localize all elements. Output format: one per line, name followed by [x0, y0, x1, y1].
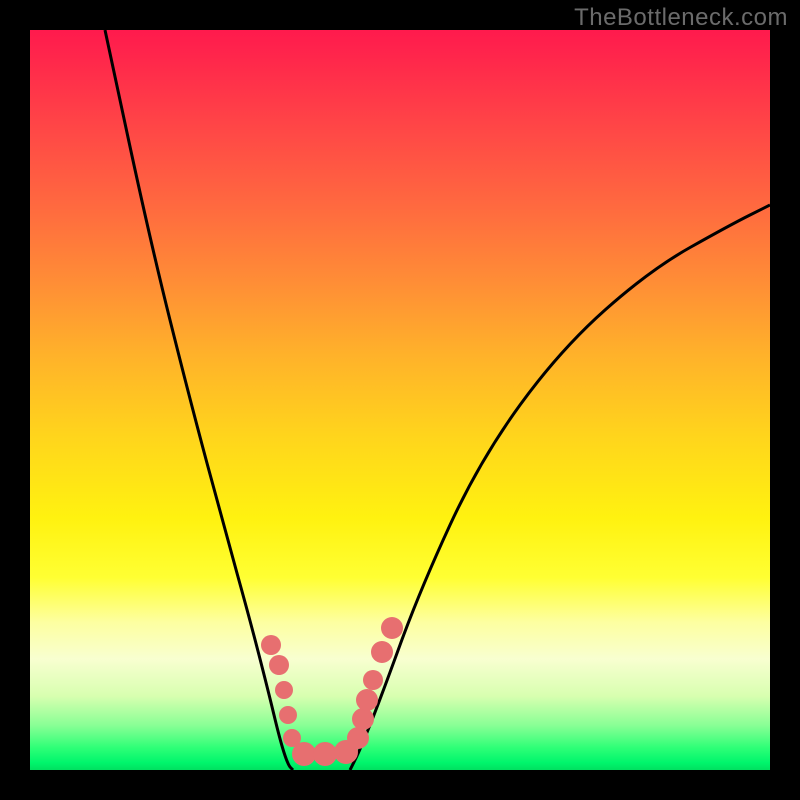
left-curve: [105, 30, 293, 770]
marker-dot: [347, 727, 369, 749]
marker-dot: [269, 655, 289, 675]
marker-dot: [352, 708, 374, 730]
watermark-text: TheBottleneck.com: [574, 4, 788, 32]
marker-dot: [371, 641, 393, 663]
chart-frame: TheBottleneck.com: [0, 0, 800, 800]
marker-dot: [261, 635, 281, 655]
marker-dot: [275, 681, 293, 699]
marker-dot: [313, 742, 337, 766]
curve-svg: [30, 30, 770, 770]
marker-dot: [381, 617, 403, 639]
marker-dot: [279, 706, 297, 724]
plot-area: [30, 30, 770, 770]
marker-dot: [363, 670, 383, 690]
marker-dot: [356, 689, 378, 711]
right-curve: [350, 205, 770, 770]
marker-dot: [292, 742, 316, 766]
